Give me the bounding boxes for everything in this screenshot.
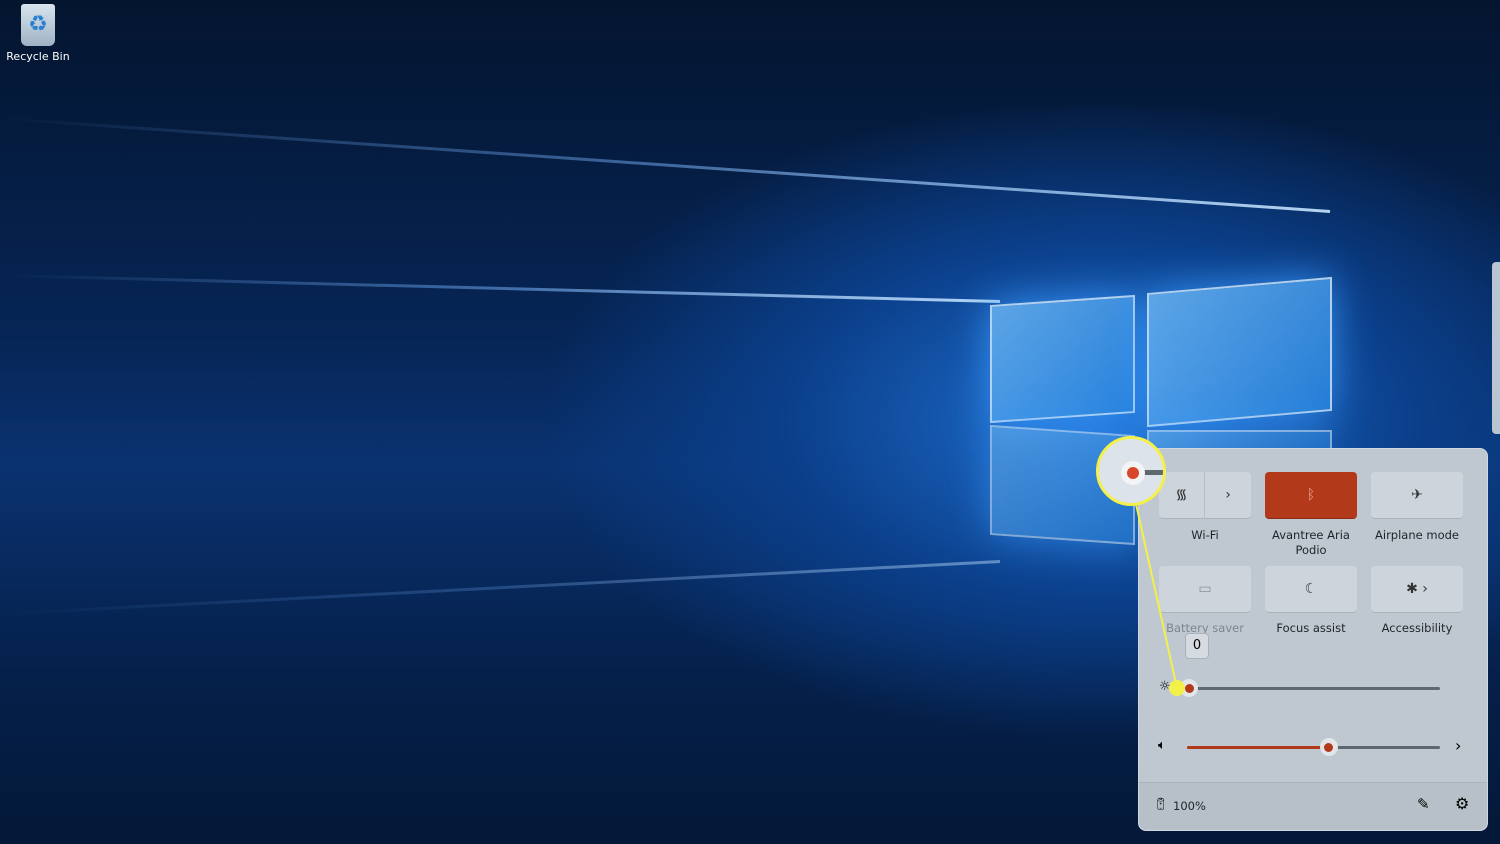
callout-line xyxy=(1135,503,1185,696)
callout-dot xyxy=(1169,680,1185,696)
brightness-zoom-callout xyxy=(1096,436,1166,506)
